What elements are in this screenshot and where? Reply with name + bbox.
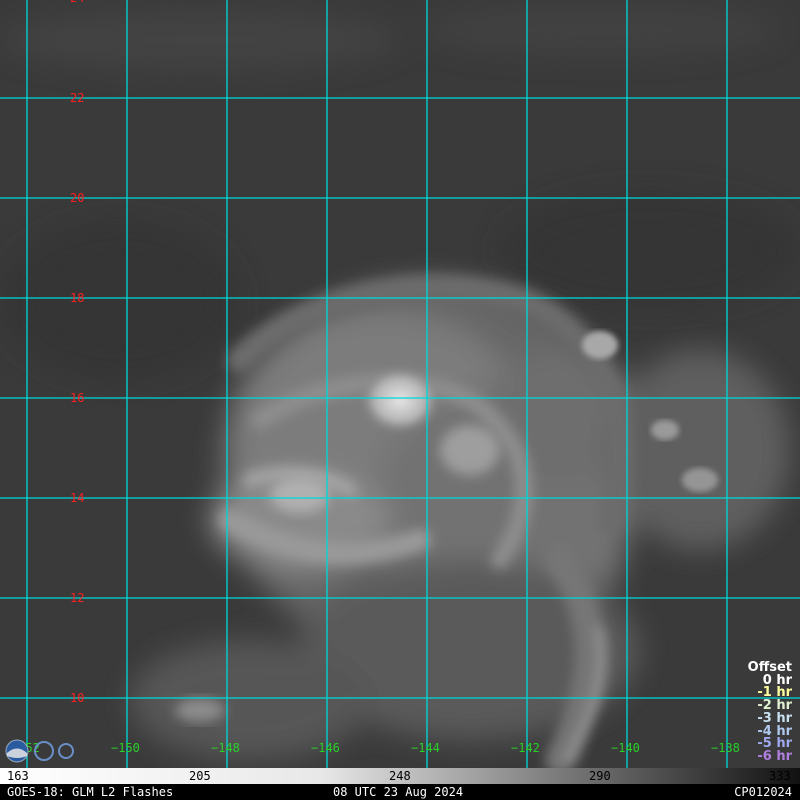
longitude-label: −150 bbox=[111, 741, 140, 755]
latitude-label: 12 bbox=[70, 591, 85, 605]
latitude-label: 22 bbox=[70, 91, 85, 105]
longitude-label: −142 bbox=[511, 741, 540, 755]
legend-item: -6 hr bbox=[757, 748, 792, 764]
satellite-image bbox=[0, 0, 800, 768]
longitude-label: −140 bbox=[611, 741, 640, 755]
longitude-label: −138 bbox=[711, 741, 740, 755]
latitude-label: 16 bbox=[70, 391, 85, 405]
longitude-label: −146 bbox=[311, 741, 340, 755]
scale-tick: 333 bbox=[769, 769, 791, 783]
scale-tick: 205 bbox=[189, 769, 211, 783]
longitude-label: −144 bbox=[411, 741, 440, 755]
time-offset-legend: Offset 0 hr -1 hr -2 hr -3 hr -4 hr -5 hr -6 h… bbox=[748, 661, 792, 764]
scale-tick: 248 bbox=[389, 769, 411, 783]
satellite-product-label: GOES-18: GLM L2 Flashes bbox=[7, 785, 174, 799]
timestamp-label: 08 UTC 23 Aug 2024 bbox=[333, 785, 464, 799]
latitude-label: 18 bbox=[70, 291, 85, 305]
latitude-label: 14 bbox=[70, 491, 85, 505]
noaa-logo-icon bbox=[5, 739, 74, 763]
latitude-label: 10 bbox=[70, 691, 85, 705]
brightness-temperature-scale: 163 205 248 290 333 bbox=[0, 768, 800, 784]
latitude-label: 24 bbox=[70, 0, 84, 4]
storm-id-label: CP012024 bbox=[734, 785, 792, 799]
status-footer: GOES-18: GLM L2 Flashes 08 UTC 23 Aug 20… bbox=[0, 784, 800, 800]
longitude-label: −148 bbox=[211, 741, 240, 755]
scale-tick: 163 bbox=[7, 769, 29, 783]
satellite-imagery bbox=[0, 0, 800, 768]
scale-tick: 290 bbox=[589, 769, 611, 783]
latitude-label: 20 bbox=[70, 191, 85, 205]
